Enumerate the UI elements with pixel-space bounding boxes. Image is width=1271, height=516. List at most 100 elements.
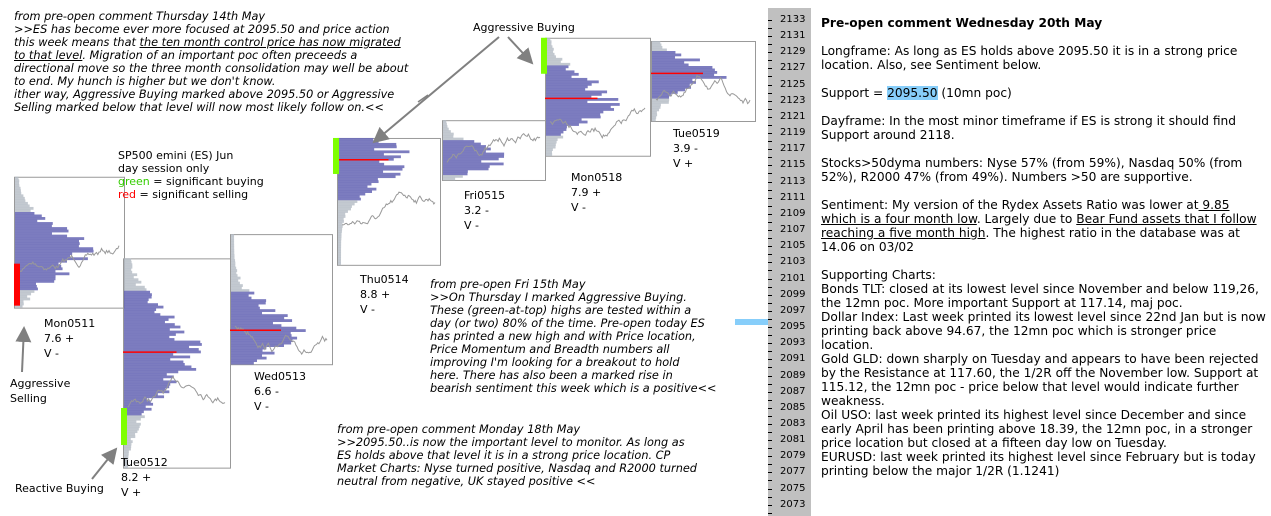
profile-bar xyxy=(231,321,273,325)
axis-tick-mark xyxy=(768,302,772,304)
axis-tick-mark xyxy=(768,116,772,118)
profile-bar xyxy=(546,153,553,157)
profile-bar xyxy=(443,120,447,123)
profile-bar xyxy=(338,230,342,233)
profile-bar xyxy=(652,86,692,89)
profile-bar xyxy=(338,252,342,256)
supporting-gold: Gold GLD: down sharply on Tuesday and ap… xyxy=(821,352,1259,408)
profile-bar xyxy=(15,247,94,251)
note-line: this week means that the ten month contr… xyxy=(14,36,408,49)
axis-tick-mark xyxy=(768,76,772,78)
axis-tick-label: 2103 xyxy=(780,256,806,268)
profile-bar xyxy=(231,299,267,302)
profile-bar xyxy=(124,358,171,361)
profile-bar xyxy=(443,170,468,173)
profile-bar xyxy=(231,241,235,245)
profile-bar xyxy=(15,184,20,188)
axis-tick-mark xyxy=(768,512,772,514)
profile-bar xyxy=(231,306,260,310)
axis-tick-label: 2081 xyxy=(780,434,806,446)
profile-bar xyxy=(652,101,669,104)
axis-tick-mark xyxy=(768,238,772,240)
axis-tick-mark xyxy=(768,165,772,167)
profile-bar xyxy=(15,227,68,230)
profile-bar xyxy=(124,275,134,279)
profile-bar xyxy=(338,200,358,203)
axis-tick-mark xyxy=(768,92,772,94)
legend-green-word: green xyxy=(118,175,150,188)
note-monday-18th: from pre-open comment Monday 18th May >>… xyxy=(337,423,697,488)
profile-bar xyxy=(652,108,660,112)
profile-bar xyxy=(124,325,181,329)
profile-bar xyxy=(652,111,657,114)
profile-bar xyxy=(338,197,361,201)
profile-bar xyxy=(338,175,396,179)
profile-bar xyxy=(231,234,235,237)
axis-tick-mark xyxy=(768,496,772,498)
profile-bar xyxy=(15,204,30,208)
profile-bar xyxy=(124,318,169,321)
profile-bar xyxy=(15,196,25,200)
profile-bar xyxy=(15,254,71,258)
profile-bar xyxy=(124,265,133,269)
profile-bar xyxy=(124,313,161,316)
profile-bar xyxy=(443,165,490,168)
axis-tick-mark xyxy=(768,189,772,191)
profile-bar xyxy=(546,77,588,81)
profile-bar xyxy=(15,234,68,238)
axis-tick-mark xyxy=(768,254,772,256)
profile-bar xyxy=(338,155,401,159)
profile-bar xyxy=(338,262,342,266)
profile-bar xyxy=(338,180,379,184)
profile-bar xyxy=(443,130,451,133)
axis-tick-mark xyxy=(768,367,772,369)
profile-bar xyxy=(546,82,592,86)
profile-bar xyxy=(15,257,88,261)
axis-tick-label: 2079 xyxy=(780,450,806,462)
axis-tick-label: 2123 xyxy=(780,94,806,106)
profile-bar xyxy=(124,415,145,419)
supporting-dollar: Dollar Index: Last week printed its lowe… xyxy=(821,310,1266,352)
profile-bar xyxy=(15,279,55,283)
axis-tick-mark xyxy=(768,133,772,135)
axis-tick-mark xyxy=(768,246,772,248)
profile-bar xyxy=(652,78,693,82)
profile-bar xyxy=(338,257,342,261)
profile-bar xyxy=(338,147,375,151)
profile-bar xyxy=(546,108,615,111)
profile-bar xyxy=(443,132,454,136)
profile-bar xyxy=(338,259,342,263)
sentiment-b: . Largely due to xyxy=(976,212,1077,226)
profile-bar xyxy=(546,110,604,114)
profile-bar xyxy=(15,194,24,198)
note-line: ither way, Aggressive Buying marked abov… xyxy=(14,88,395,101)
profile-bar xyxy=(546,118,582,121)
axis-tick-mark xyxy=(768,157,772,159)
profile-bar xyxy=(652,48,667,52)
support-text: Support = 2095.50 (10mn poc) xyxy=(821,86,1266,100)
profile-bar xyxy=(338,150,410,154)
axis-tick-mark xyxy=(768,504,772,506)
session-label: Thu0514 8.8 + V - xyxy=(360,272,409,317)
annotation-aggressive-buying: Aggressive Buying xyxy=(473,21,575,34)
axis-tick-label: 2087 xyxy=(780,385,806,397)
profile-bar xyxy=(443,167,489,171)
profile-bar xyxy=(546,90,608,94)
profile-bar xyxy=(15,191,22,195)
axis-tick-mark xyxy=(768,440,772,442)
profile-bar xyxy=(124,278,139,282)
profile-bar xyxy=(15,176,19,180)
profile-bar xyxy=(652,68,715,72)
profile-bar xyxy=(231,334,292,337)
profile-bar xyxy=(443,135,454,138)
profile-bar xyxy=(652,106,661,109)
profile-bar xyxy=(338,227,343,231)
session-score: 3.2 - xyxy=(464,204,489,217)
note-line: day (or two) 80% of the time. Pre-open t… xyxy=(430,317,705,330)
profile-bar xyxy=(231,294,249,297)
note-line: >>ES has become ever more focused at 209… xyxy=(14,23,390,36)
profile-bar xyxy=(546,80,599,84)
profile-bar xyxy=(231,246,235,250)
session-label: Mon0511 xyxy=(44,317,96,330)
legend-green: green = significant buying xyxy=(118,175,264,188)
